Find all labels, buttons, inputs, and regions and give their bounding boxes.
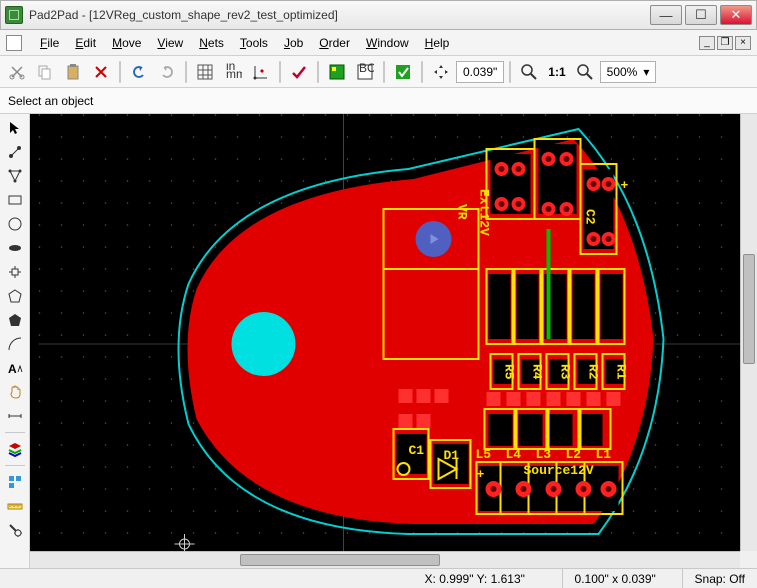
- scrollbar-thumb[interactable]: [743, 254, 755, 364]
- units-mm-button[interactable]: inmm: [220, 59, 246, 85]
- delete-button[interactable]: [88, 59, 114, 85]
- move-arrows-icon[interactable]: [428, 59, 454, 85]
- mdi-close-button[interactable]: ×: [735, 36, 751, 50]
- menu-nets[interactable]: Nets: [191, 34, 232, 52]
- filled-circle-tool[interactable]: [4, 238, 26, 258]
- connect-tool[interactable]: [4, 166, 26, 186]
- grid-button[interactable]: [192, 59, 218, 85]
- magnifier2-icon[interactable]: [572, 59, 598, 85]
- arc-tool[interactable]: [4, 334, 26, 354]
- label-vr: VR: [455, 204, 470, 220]
- origin-button[interactable]: [248, 59, 274, 85]
- label-c1: C1: [409, 443, 425, 458]
- svg-text:BOM: BOM: [359, 63, 374, 75]
- ruler-tool[interactable]: [4, 496, 26, 516]
- text-tool[interactable]: A: [4, 358, 26, 378]
- svg-text:A: A: [8, 362, 17, 376]
- redo-button[interactable]: [154, 59, 180, 85]
- label-l4: L4: [506, 447, 522, 462]
- undo-button[interactable]: [126, 59, 152, 85]
- circle-tool[interactable]: [4, 214, 26, 234]
- vertical-scrollbar[interactable]: [740, 114, 757, 551]
- label-r2: R2: [586, 364, 601, 380]
- pan-tool[interactable]: [4, 382, 26, 402]
- selection-prompt: Select an object: [8, 94, 93, 108]
- pitch-value[interactable]: 0.039": [456, 61, 504, 83]
- settings-tool[interactable]: [4, 520, 26, 540]
- label-r1: R1: [614, 364, 629, 380]
- close-button[interactable]: ✕: [720, 5, 752, 25]
- pointer-tool[interactable]: [4, 118, 26, 138]
- board-button[interactable]: [324, 59, 350, 85]
- mdi-minimize-button[interactable]: _: [699, 36, 715, 50]
- tool-palette: A: [0, 114, 30, 568]
- bom-button[interactable]: BOM: [352, 59, 378, 85]
- zoom-dropdown[interactable]: 500%▾: [600, 61, 657, 83]
- status-snap[interactable]: Snap: Off: [683, 569, 757, 588]
- label-source12v: Source12V: [524, 463, 594, 478]
- magnifier-icon[interactable]: [516, 59, 542, 85]
- status-coords: X: 0.999" Y: 1.613": [413, 569, 563, 588]
- polygon-tool[interactable]: [4, 286, 26, 306]
- menu-view[interactable]: View: [149, 34, 191, 52]
- label-l3: L3: [536, 447, 552, 462]
- component-tool[interactable]: [4, 262, 26, 282]
- copy-button[interactable]: [32, 59, 58, 85]
- menu-file[interactable]: File: [32, 34, 67, 52]
- mdi-restore-button[interactable]: ❐: [717, 36, 733, 50]
- label-l1: L1: [596, 447, 612, 462]
- rect-tool[interactable]: [4, 190, 26, 210]
- layers-button[interactable]: [4, 439, 26, 459]
- maximize-button[interactable]: ☐: [685, 5, 717, 25]
- dimension-tool[interactable]: [4, 406, 26, 426]
- trace-tool[interactable]: [4, 142, 26, 162]
- menu-window[interactable]: Window: [358, 34, 417, 52]
- check-button[interactable]: [286, 59, 312, 85]
- label-plus2: +: [477, 467, 485, 482]
- label-r4: R4: [530, 364, 545, 380]
- cut-button[interactable]: [4, 59, 30, 85]
- window-title: Pad2Pad - [12VReg_custom_shape_rev2_test…: [29, 8, 647, 22]
- svg-text:mm: mm: [226, 67, 242, 81]
- label-plus1: +: [621, 178, 629, 193]
- drc-button[interactable]: [390, 59, 416, 85]
- menu-edit[interactable]: Edit: [67, 34, 104, 52]
- label-ext12v: Ext12V: [477, 189, 492, 236]
- menu-job[interactable]: Job: [276, 34, 311, 52]
- label-c2: C2: [583, 209, 598, 225]
- app-icon: [5, 6, 23, 24]
- label-l5: L5: [476, 447, 492, 462]
- menu-help[interactable]: Help: [417, 34, 458, 52]
- label-l2: L2: [566, 447, 582, 462]
- ratio-label: 1:1: [544, 65, 569, 79]
- align-tool[interactable]: [4, 472, 26, 492]
- scrollbar-corner: [740, 551, 757, 568]
- horizontal-scrollbar[interactable]: [30, 551, 740, 568]
- status-grid: 0.100" x 0.039": [563, 569, 683, 588]
- menu-order[interactable]: Order: [311, 34, 358, 52]
- design-canvas[interactable]: VR Ext12V C2 + R1 R2 R3 R4 R5 L1 L2 L3 L…: [30, 114, 757, 568]
- label-r5: R5: [502, 364, 517, 380]
- menu-move[interactable]: Move: [104, 34, 149, 52]
- label-r3: R3: [558, 364, 573, 380]
- paste-button[interactable]: [60, 59, 86, 85]
- pcb-board: VR Ext12V C2 + R1 R2 R3 R4 R5 L1 L2 L3 L…: [30, 114, 757, 568]
- label-d1: D1: [444, 448, 460, 463]
- minimize-button[interactable]: —: [650, 5, 682, 25]
- fill-tool[interactable]: [4, 310, 26, 330]
- menu-tools[interactable]: Tools: [232, 34, 276, 52]
- scrollbar-thumb[interactable]: [240, 554, 440, 566]
- document-icon: [6, 35, 22, 51]
